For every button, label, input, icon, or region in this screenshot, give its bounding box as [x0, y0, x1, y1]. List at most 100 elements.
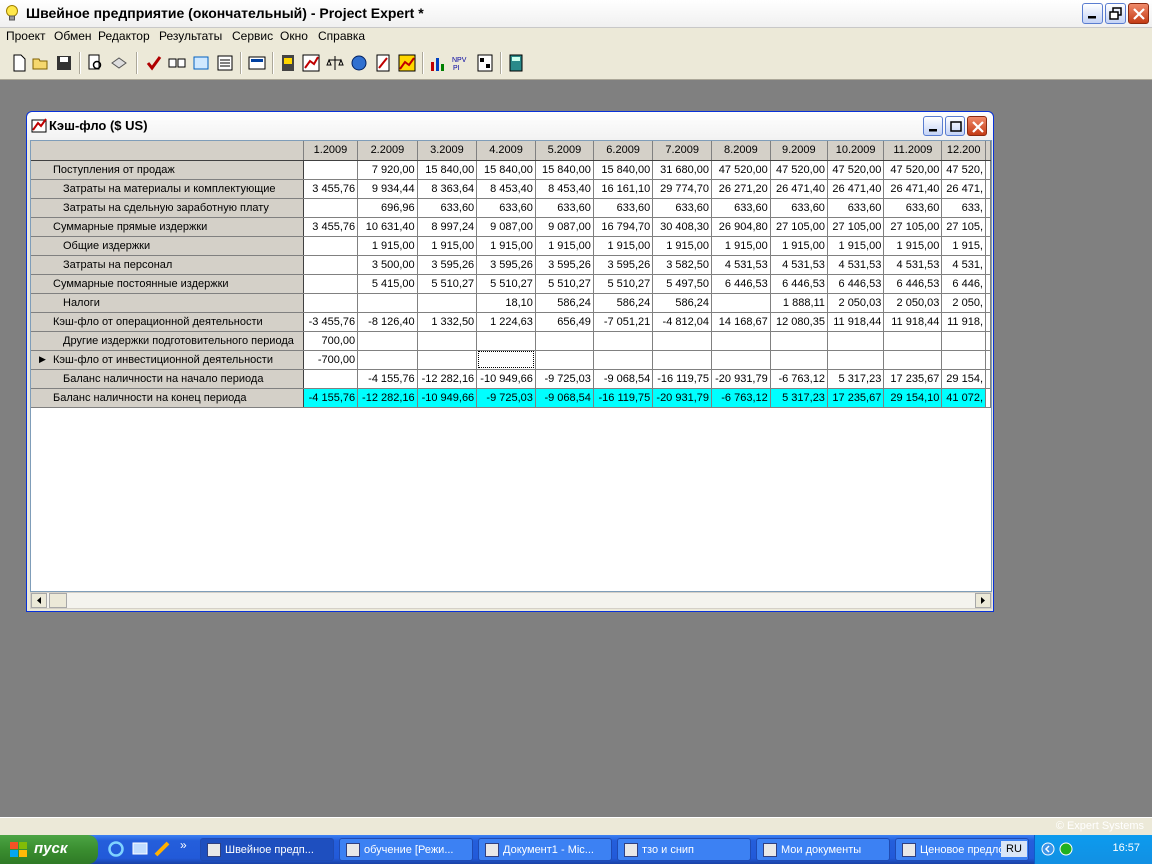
table-cell[interactable]: 15 840,00	[535, 160, 594, 180]
table-cell[interactable]: -16 119,75	[652, 369, 713, 389]
table-cell[interactable]: 8 453,40	[535, 179, 594, 199]
table-cell[interactable]: 14 168,67	[711, 312, 771, 332]
globe-icon[interactable]	[350, 54, 368, 72]
table-cell[interactable]: -3 455,76	[303, 312, 359, 332]
table-cell[interactable]	[476, 331, 536, 351]
table-cell[interactable]: -9 068,54	[535, 388, 594, 408]
row-label[interactable]: Баланс наличности на конец периода	[31, 388, 304, 408]
table-row[interactable]: Затраты на сдельную заработную плату 696,…	[31, 198, 991, 218]
table-cell[interactable]: 18,10	[476, 293, 536, 313]
table-cell[interactable]: 47 520,00	[711, 160, 771, 180]
column-header[interactable]: 11.2009	[883, 141, 943, 161]
scroll-thumb[interactable]	[49, 593, 67, 608]
table-cell[interactable]: 1 332,50	[417, 312, 478, 332]
table-cell[interactable]	[303, 255, 359, 275]
table-row[interactable]: Поступления от продаж 7 920,00 15 840,00 15…	[31, 160, 991, 180]
table-cell[interactable]: 4 531,53	[827, 255, 885, 275]
table-cell[interactable]	[941, 350, 986, 370]
table-cell[interactable]	[357, 293, 418, 313]
desktop-icon[interactable]	[132, 841, 148, 857]
refresh-icon[interactable]	[192, 54, 210, 72]
table-cell[interactable]: 47 520,00	[883, 160, 943, 180]
table-cell[interactable]	[711, 350, 771, 370]
table-cell[interactable]: 5 415,00	[357, 274, 418, 294]
table-cell[interactable]: 3 595,26	[476, 255, 536, 275]
new-file-icon[interactable]	[10, 54, 28, 72]
table-cell[interactable]: 27 105,	[941, 217, 986, 237]
table-cell[interactable]: 9 934,44	[357, 179, 418, 199]
table-cell[interactable]: 1 915,00	[711, 236, 771, 256]
table-row[interactable]: Кэш-фло от операционной деятельности -3 4…	[31, 312, 991, 332]
table-cell[interactable]: 41 072,	[941, 388, 986, 408]
row-label[interactable]: Общие издержки	[31, 236, 304, 256]
menu-window[interactable]: Окно	[280, 29, 308, 43]
table-icon[interactable]	[248, 54, 266, 72]
table-cell[interactable]: 1 915,00	[535, 236, 594, 256]
menu-results[interactable]: Результаты	[159, 29, 222, 43]
table-cell[interactable]: -9 068,54	[593, 369, 654, 389]
compare-icon[interactable]	[168, 54, 186, 72]
row-label[interactable]: Налоги	[31, 293, 304, 313]
table-row[interactable]: Суммарные постоянные издержки 5 415,00 5 5…	[31, 274, 991, 294]
table-cell[interactable]: 5 510,27	[593, 274, 654, 294]
table-cell[interactable]: 696,96	[357, 198, 418, 218]
table-cell[interactable]: 6 446,53	[770, 274, 828, 294]
table-cell[interactable]: 26 471,40	[827, 179, 885, 199]
scroll-left-button[interactable]	[31, 593, 47, 608]
structure-icon[interactable]	[476, 54, 494, 72]
table-cell[interactable]	[652, 350, 713, 370]
table-cell[interactable]: 8 453,40	[476, 179, 536, 199]
table-cell[interactable]: 3 595,26	[417, 255, 478, 275]
table-cell[interactable]: -6 763,12	[770, 369, 828, 389]
network-status-icon[interactable]	[1059, 842, 1073, 856]
table-cell[interactable]: 17 235,67	[883, 369, 943, 389]
table-cell[interactable]: 700,00	[303, 331, 359, 351]
table-cell[interactable]	[476, 350, 536, 370]
close-button[interactable]	[1128, 3, 1149, 24]
table-cell[interactable]: 633,60	[711, 198, 771, 218]
table-cell[interactable]	[883, 350, 943, 370]
table-cell[interactable]	[770, 331, 828, 351]
table-cell[interactable]: 586,24	[535, 293, 594, 313]
table-cell[interactable]: 27 105,00	[883, 217, 943, 237]
table-cell[interactable]: 3 500,00	[357, 255, 418, 275]
table-cell[interactable]: 1 915,	[941, 236, 986, 256]
tray-arrow-icon[interactable]	[1041, 842, 1055, 856]
table-cell[interactable]: 3 582,50	[652, 255, 713, 275]
table-cell[interactable]: 7 920,00	[357, 160, 418, 180]
table-cell[interactable]	[303, 198, 359, 218]
table-cell[interactable]: 1 915,00	[357, 236, 418, 256]
table-cell[interactable]	[303, 274, 359, 294]
table-cell[interactable]: 12 080,35	[770, 312, 828, 332]
list-icon[interactable]	[216, 54, 234, 72]
table-cell[interactable]: -6 763,12	[711, 388, 771, 408]
table-cell[interactable]: 10 631,40	[357, 217, 418, 237]
table-cell[interactable]: 633,60	[883, 198, 943, 218]
table-cell[interactable]: 3 595,26	[535, 255, 594, 275]
table-cell[interactable]: 26 471,40	[770, 179, 828, 199]
column-header[interactable]: 4.2009	[476, 141, 536, 161]
menu-help[interactable]: Справка	[318, 29, 365, 43]
cashflow-window[interactable]: Кэш-фло ($ US) 1.2009 2.2009 3.2009 4.2009 5…	[26, 111, 994, 612]
table-cell[interactable]	[883, 331, 943, 351]
menu-project[interactable]: Проект	[6, 29, 46, 43]
menu-editor[interactable]: Редактор	[98, 29, 150, 43]
table-cell[interactable]: 1 915,00	[883, 236, 943, 256]
cashflow-window-titlebar[interactable]: Кэш-фло ($ US)	[27, 112, 993, 140]
column-header[interactable]: 5.2009	[535, 141, 594, 161]
check-icon[interactable]	[145, 54, 163, 72]
table-cell[interactable]: 8 997,24	[417, 217, 478, 237]
table-cell[interactable]: 3 455,76	[303, 217, 359, 237]
table-row[interactable]: Баланс наличности на конец периода -4 155…	[31, 388, 991, 408]
horizontal-scrollbar[interactable]	[30, 592, 992, 609]
table-cell[interactable]: 5 510,27	[417, 274, 478, 294]
quicklaunch-more-icon[interactable]: »	[180, 838, 187, 852]
child-close-button[interactable]	[967, 116, 987, 136]
table-cell[interactable]: 26 471,	[941, 179, 986, 199]
table-cell[interactable]: 47 520,00	[827, 160, 885, 180]
table-cell[interactable]: 633,60	[652, 198, 713, 218]
table-cell[interactable]: 656,49	[535, 312, 594, 332]
menu-exchange[interactable]: Обмен	[54, 29, 92, 43]
row-label[interactable]: Суммарные постоянные издержки	[31, 274, 304, 294]
column-header[interactable]: 10.2009	[827, 141, 885, 161]
